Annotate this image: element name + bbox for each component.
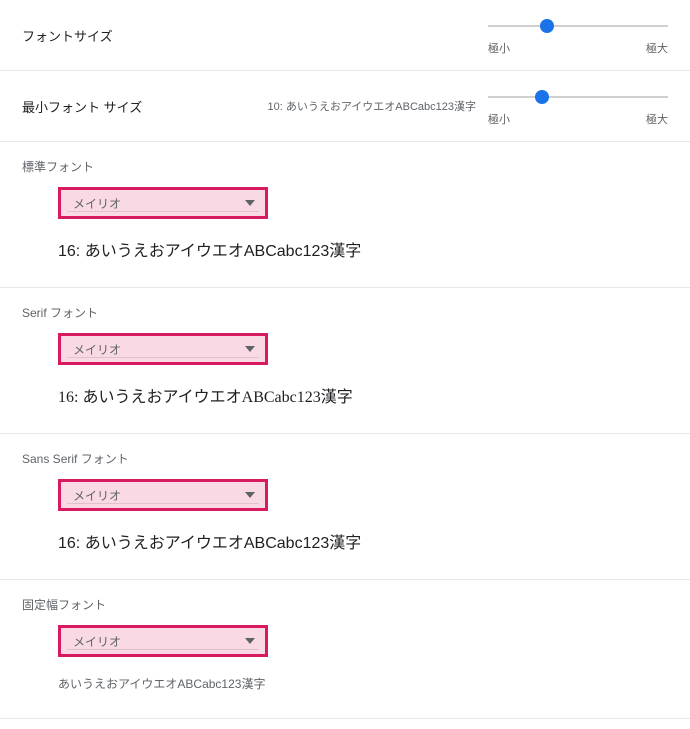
select-value: メイリオ: [73, 195, 121, 212]
section-serif-font: Serif フォント メイリオ 16: あいうえおアイウエオABCabc123漢…: [0, 288, 690, 434]
font-preview: 16: あいうえおアイウエオABCabc123漢字: [58, 529, 668, 553]
font-preview: 16: あいうえおアイウエオABCabc123漢字: [58, 237, 668, 261]
select-value: メイリオ: [73, 633, 121, 650]
select-fixed-width-font[interactable]: メイリオ: [58, 625, 268, 657]
select-serif-font[interactable]: メイリオ: [58, 333, 268, 365]
slider-thumb[interactable]: [540, 19, 554, 33]
chevron-down-icon: [245, 346, 255, 352]
select-standard-font[interactable]: メイリオ: [58, 187, 268, 219]
slider-thumb[interactable]: [535, 90, 549, 104]
font-preview: あいうえおアイウエオABCabc123漢字: [58, 675, 668, 692]
section-title: 固定幅フォント: [22, 596, 668, 613]
slider-max-label: 極大: [646, 40, 668, 56]
section-sans-serif-font: Sans Serif フォント メイリオ 16: あいうえおアイウエオABCab…: [0, 434, 690, 580]
font-preview: 16: あいうえおアイウエオABCabc123漢字: [58, 383, 668, 407]
section-fixed-width-font: 固定幅フォント メイリオ あいうえおアイウエオABCabc123漢字: [0, 580, 690, 719]
chevron-down-icon: [245, 638, 255, 644]
select-value: メイリオ: [73, 341, 121, 358]
slider-min-font-size[interactable]: 極小 極大: [488, 85, 668, 127]
label-min-font-size: 最小フォント サイズ: [22, 97, 142, 116]
slider-min-label: 極小: [488, 111, 510, 127]
section-title: Serif フォント: [22, 304, 668, 321]
min-font-size-sample: 10: あいうえおアイウエオABCabc123漢字: [142, 98, 488, 114]
section-title: Sans Serif フォント: [22, 450, 668, 467]
chevron-down-icon: [245, 200, 255, 206]
slider-font-size[interactable]: 極小 極大: [488, 14, 668, 56]
row-font-size: フォントサイズ 極小 極大: [0, 0, 690, 71]
select-sans-serif-font[interactable]: メイリオ: [58, 479, 268, 511]
slider-max-label: 極大: [646, 111, 668, 127]
chevron-down-icon: [245, 492, 255, 498]
slider-min-label: 極小: [488, 40, 510, 56]
row-min-font-size: 最小フォント サイズ 10: あいうえおアイウエオABCabc123漢字 極小 …: [0, 71, 690, 142]
section-title: 標準フォント: [22, 158, 668, 175]
select-value: メイリオ: [73, 487, 121, 504]
label-font-size: フォントサイズ: [22, 26, 113, 45]
section-standard-font: 標準フォント メイリオ 16: あいうえおアイウエオABCabc123漢字: [0, 142, 690, 288]
